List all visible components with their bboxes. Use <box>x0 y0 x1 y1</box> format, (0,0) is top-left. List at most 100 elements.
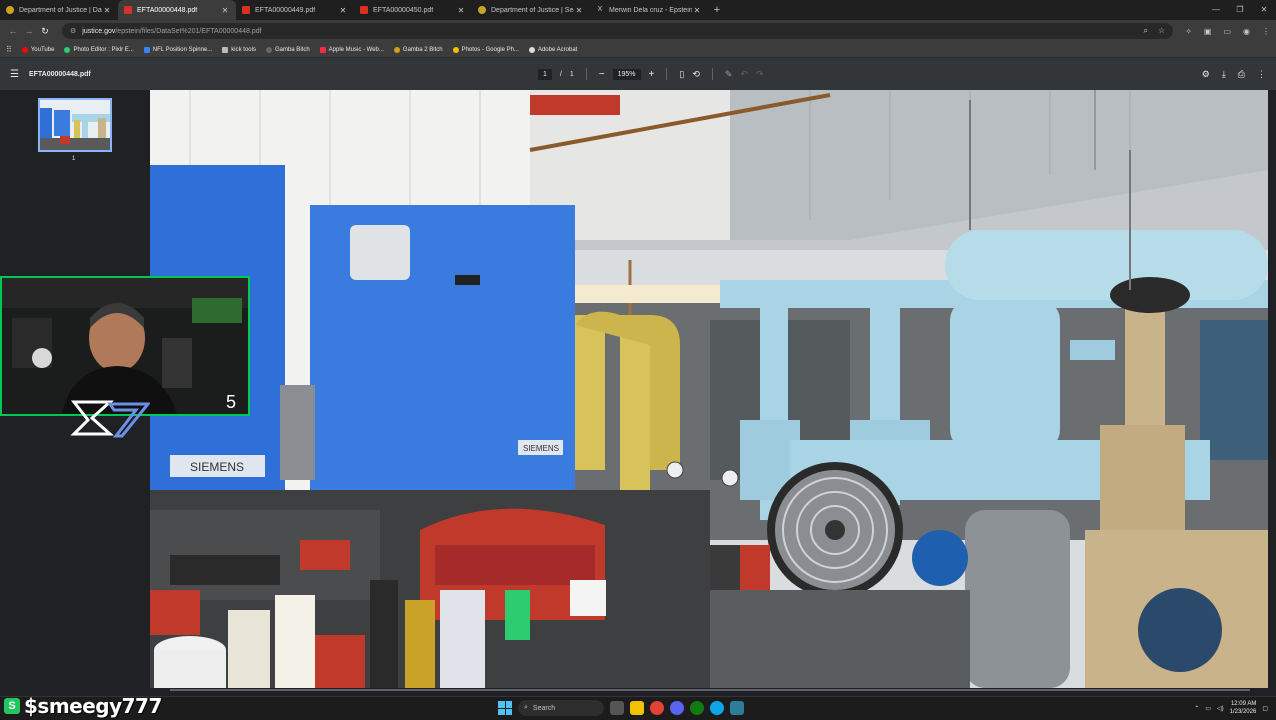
zoom-in-icon[interactable]: + <box>649 69 655 80</box>
bookmark-label: Apple Music - Web... <box>328 46 384 53</box>
network-icon[interactable]: ▭ <box>1205 705 1211 712</box>
xbox-icon[interactable] <box>690 701 704 715</box>
close-icon[interactable]: ✕ <box>338 6 348 15</box>
tools-icon[interactable]: ⚙ <box>1202 69 1210 80</box>
tab-strip: Department of Justice | Data Se ✕ EFTA00… <box>0 0 1276 20</box>
pdf-page[interactable]: SIEMENS SIEMENS <box>150 90 1268 688</box>
pdf-toolbar: ☰ EFTA00000448.pdf 1 / 1 − 195% + ▯ ⟲ ✎ … <box>0 58 1276 90</box>
back-icon[interactable]: ← <box>6 26 20 36</box>
bookmark-label: Gamba Bitch <box>274 46 310 53</box>
maximize-icon[interactable]: ❐ <box>1228 0 1252 20</box>
pdf-actions: ⚙ ⤓ ⎙ ⋮ <box>1202 58 1266 90</box>
bookmark-kick-tools[interactable]: kick tools <box>222 46 256 53</box>
divider <box>585 68 587 80</box>
bookmark-star-icon[interactable]: ☆ <box>1158 26 1165 36</box>
chrome-icon[interactable] <box>650 701 664 715</box>
close-window-icon[interactable]: ✕ <box>1252 0 1276 20</box>
calculator-icon[interactable] <box>730 701 744 715</box>
undo-icon[interactable]: ↶ <box>740 69 748 80</box>
close-icon[interactable]: ✕ <box>220 6 230 15</box>
edge-icon[interactable] <box>710 701 724 715</box>
tab-label: EFTA00000449.pdf <box>255 6 316 14</box>
bookmark-gamba[interactable]: Gamba Bitch <box>265 46 310 53</box>
discord-icon[interactable] <box>670 701 684 715</box>
taskbar-search[interactable]: ⌕ Search <box>518 700 604 716</box>
gamba-2-icon <box>393 46 400 53</box>
clock[interactable]: 12:09 AM 1/23/2026 <box>1230 700 1257 716</box>
url-path: /epstein/files/DataSet%201/EFTA00000448.… <box>115 27 262 35</box>
windows-start-icon[interactable] <box>498 701 512 715</box>
bookmark-youtube[interactable]: YouTube <box>21 46 55 53</box>
url-host: justice.gov <box>82 27 116 35</box>
tab-efta450[interactable]: EFTA00000450.pdf ✕ <box>354 0 472 20</box>
pdf-controls: 1 / 1 − 195% + ▯ ⟲ ✎ ↶ ↷ <box>538 58 764 90</box>
hamburger-menu-icon[interactable]: ☰ <box>10 69 19 80</box>
vertical-scrollbar[interactable] <box>1268 90 1276 688</box>
zoom-input[interactable]: 195% <box>612 68 641 80</box>
page-total: 1 <box>569 70 574 78</box>
zoom-out-icon[interactable]: − <box>599 69 605 80</box>
tab-merwin[interactable]: X Merwin Dela cruz - Epstein We ✕ <box>590 0 708 20</box>
forward-icon[interactable]: → <box>22 26 36 36</box>
more-options-icon[interactable]: ⋮ <box>1257 69 1266 80</box>
bookmark-acrobat[interactable]: Adobe Acrobat <box>528 46 578 53</box>
annotate-icon[interactable]: ✎ <box>725 69 733 80</box>
bookmark-label: YouTube <box>30 46 55 53</box>
close-icon[interactable]: ✕ <box>692 6 702 15</box>
redo-icon[interactable]: ↷ <box>756 69 764 80</box>
bookmark-pixlr[interactable]: Photo Editor : Pixlr E... <box>64 46 134 53</box>
rotate-icon[interactable]: ⟲ <box>692 69 700 80</box>
tab-doj-search[interactable]: Department of Justice | Search ✕ <box>472 0 590 20</box>
bookmark-label: NFL Position Spinne... <box>152 46 213 53</box>
webcam-video <box>2 278 248 414</box>
bookmark-nfl[interactable]: NFL Position Spinne... <box>143 46 213 53</box>
bookmark-gamba-2[interactable]: Gamba 2 Bitch <box>393 46 443 53</box>
clock-date: 1/23/2026 <box>1229 709 1257 715</box>
new-tab-button[interactable]: + <box>708 0 726 20</box>
tab-label: Merwin Dela cruz - Epstein We <box>609 6 692 14</box>
fit-page-icon[interactable]: ▯ <box>679 69 684 80</box>
acrobat-icon <box>528 46 535 53</box>
bookmark-apple-music[interactable]: Apple Music - Web... <box>319 46 384 53</box>
notifications-icon[interactable]: ▢ <box>1262 705 1268 712</box>
close-icon[interactable]: ✕ <box>102 6 112 15</box>
file-explorer-icon[interactable] <box>630 701 644 715</box>
tab-efta448[interactable]: EFTA00000448.pdf ✕ <box>118 0 236 20</box>
download-icon[interactable]: ⤓ <box>1222 69 1226 80</box>
extensions-icon[interactable]: ✧ <box>1185 27 1192 36</box>
bookmark-label: Photo Editor : Pixlr E... <box>73 46 134 53</box>
close-icon[interactable]: ✕ <box>456 6 466 15</box>
bookmark-label: Adobe Acrobat <box>537 46 578 53</box>
reload-icon[interactable]: ↻ <box>38 26 52 37</box>
thumbnail-page-number: 1 <box>72 156 76 162</box>
tray-chevron-icon[interactable]: ⌃ <box>1194 705 1199 712</box>
print-icon[interactable]: ⎙ <box>1238 69 1245 80</box>
site-info-icon[interactable]: ⚙ <box>70 27 76 35</box>
volume-icon[interactable]: ◁) <box>1217 705 1224 712</box>
apps-icon[interactable]: ⠿ <box>6 45 12 54</box>
task-view-icon[interactable] <box>610 701 624 715</box>
horizontal-scrollbar[interactable] <box>150 688 1268 692</box>
window-controls: — ❐ ✕ <box>1204 0 1276 20</box>
page-number-input[interactable]: 1 <box>538 68 552 80</box>
minimize-icon[interactable]: — <box>1204 0 1228 20</box>
bookmark-google-photos[interactable]: Photos - Google Ph... <box>452 46 519 53</box>
tab-efta449[interactable]: EFTA00000449.pdf ✕ <box>236 0 354 20</box>
profile-icon[interactable]: ◉ <box>1243 27 1250 36</box>
scrollbar-thumb[interactable] <box>170 689 1250 691</box>
page-thumbnail[interactable] <box>38 98 112 152</box>
google-photos-icon <box>452 46 459 53</box>
webcam-overlay <box>0 276 250 416</box>
channel-logo <box>70 400 150 438</box>
tab-search-icon[interactable]: ▣ <box>1204 27 1212 36</box>
windows-taskbar: ⌕ Search ⌃ ▭ ◁) 12:09 AM 1/23/2026 ▢ <box>0 696 1276 720</box>
zoom-icon[interactable]: ⌕ <box>1144 26 1148 36</box>
cast-icon[interactable]: ▭ <box>1223 27 1231 36</box>
clock-time: 12:09 AM <box>1230 701 1257 707</box>
tab-doj-data-set[interactable]: Department of Justice | Data Se ✕ <box>0 0 118 20</box>
more-icon[interactable]: ⋮ <box>1262 27 1270 36</box>
folder-grid-icon <box>222 46 229 53</box>
siemens-label-left: SIEMENS <box>190 460 244 474</box>
close-icon[interactable]: ✕ <box>574 6 584 15</box>
address-bar[interactable]: ⚙ justice.gov/epstein/files/DataSet%201/… <box>62 23 1174 39</box>
